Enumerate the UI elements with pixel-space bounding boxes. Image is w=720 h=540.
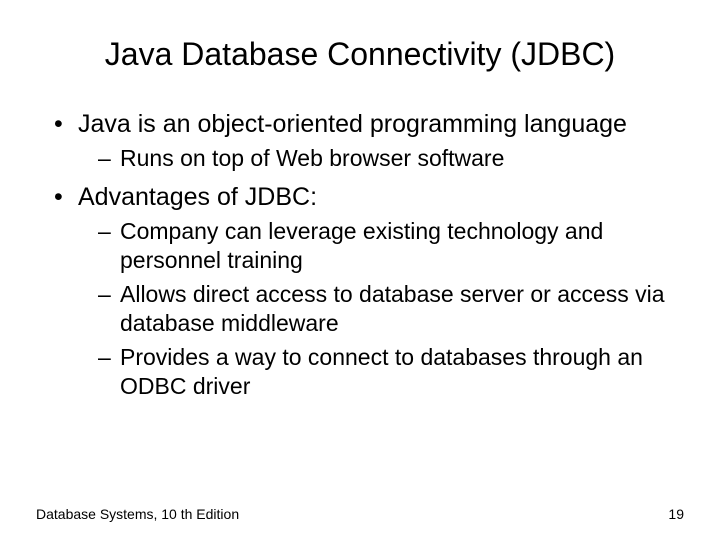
footer-page-number: 19 — [668, 506, 684, 522]
footer-source: Database Systems, 10 th Edition — [36, 506, 239, 522]
list-item: Java is an object-oriented programming l… — [60, 109, 684, 174]
list-item: Advantages of JDBC: Company can leverage… — [60, 182, 684, 402]
sub-list-item: Company can leverage existing technology… — [102, 217, 684, 276]
sub-list-item: Allows direct access to database server … — [102, 280, 684, 339]
sub-list: Company can leverage existing technology… — [78, 217, 684, 402]
sub-list: Runs on top of Web browser software — [78, 144, 684, 173]
list-item-text: Java is an object-oriented programming l… — [78, 110, 627, 138]
slide-title: Java Database Connectivity (JDBC) — [36, 36, 684, 73]
slide-footer: Database Systems, 10 th Edition 19 — [36, 506, 684, 522]
list-item-text: Advantages of JDBC: — [78, 183, 317, 211]
sub-list-item: Runs on top of Web browser software — [102, 144, 684, 173]
sub-list-item: Provides a way to connect to databases t… — [102, 343, 684, 402]
bullet-list: Java is an object-oriented programming l… — [36, 109, 684, 402]
